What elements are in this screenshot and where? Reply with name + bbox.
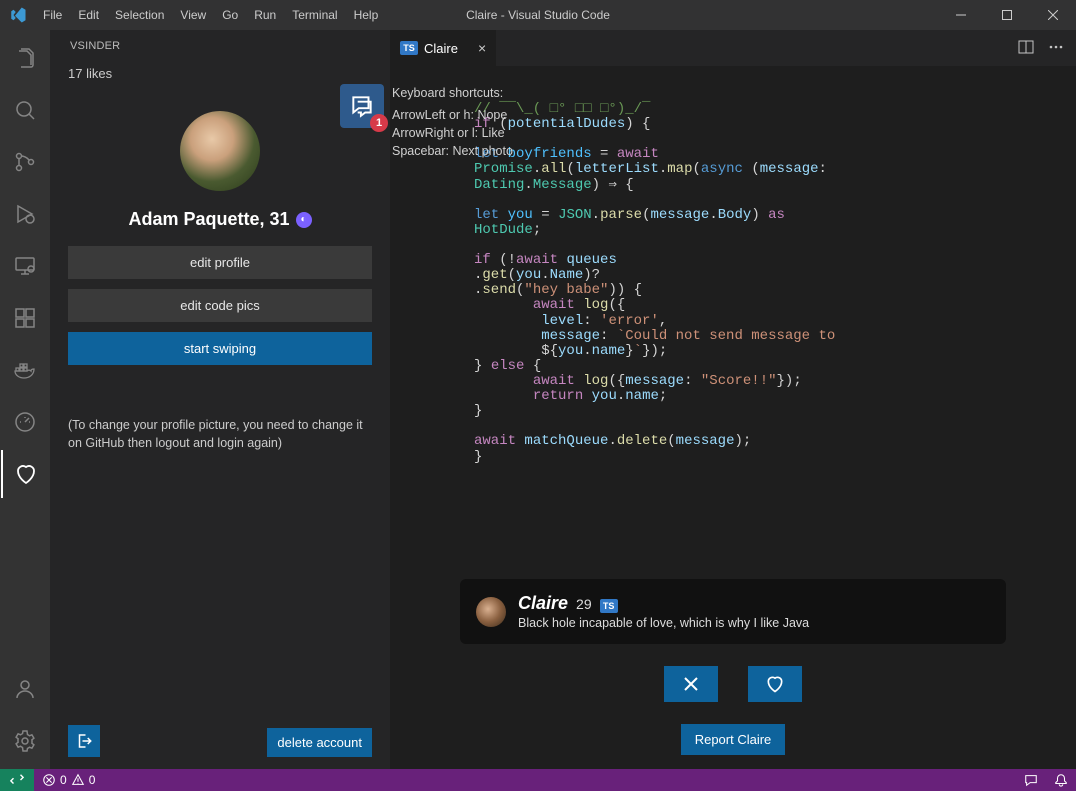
start-swiping-button[interactable]: start swiping <box>68 332 372 365</box>
tab-label: Claire <box>424 41 458 56</box>
match-bio: Black hole incapable of love, which is w… <box>518 616 809 630</box>
profile-name-text: Adam Paquette, 31 <box>128 209 289 230</box>
profile-avatar <box>180 111 260 191</box>
close-button[interactable] <box>1030 0 1076 30</box>
docker-icon[interactable] <box>1 346 49 394</box>
status-errors-count: 0 <box>60 773 67 787</box>
edit-code-pics-button[interactable]: edit code pics <box>68 289 372 322</box>
run-debug-icon[interactable] <box>1 190 49 238</box>
status-problems[interactable]: 0 0 <box>34 773 103 787</box>
match-card: Claire 29 TS Black hole incapable of lov… <box>460 579 1006 644</box>
settings-gear-icon[interactable] <box>1 717 49 765</box>
menu-edit[interactable]: Edit <box>70 0 107 30</box>
maximize-button[interactable] <box>984 0 1030 30</box>
nope-button[interactable] <box>664 666 718 702</box>
sidebar-title: VSINDER <box>50 36 390 56</box>
menu-run[interactable]: Run <box>246 0 284 30</box>
split-editor-icon[interactable] <box>1018 39 1034 58</box>
tab-bar: TS Claire × <box>390 30 1076 66</box>
window-controls <box>938 0 1076 30</box>
vsinder-icon[interactable] <box>1 450 49 498</box>
menu-file[interactable]: File <box>35 0 70 30</box>
typescript-icon: TS <box>600 599 618 613</box>
match-avatar <box>476 597 506 627</box>
extensions-icon[interactable] <box>1 294 49 342</box>
menu-terminal[interactable]: Terminal <box>284 0 345 30</box>
title-bar: File Edit Selection View Go Run Terminal… <box>0 0 1076 30</box>
source-control-icon[interactable] <box>1 138 49 186</box>
menu-go[interactable]: Go <box>214 0 246 30</box>
editor-area: TS Claire × // ¯¯\_( □° □□ □°)_/¯ if (po… <box>390 30 1076 769</box>
vscode-logo-icon <box>0 6 35 24</box>
accounts-icon[interactable] <box>1 665 49 713</box>
menu-help[interactable]: Help <box>346 0 387 30</box>
more-actions-icon[interactable] <box>1048 39 1064 58</box>
edit-profile-button[interactable]: edit profile <box>68 246 372 279</box>
match-name: Claire <box>518 593 568 614</box>
profile-badge-icon: ◐ <box>296 212 312 228</box>
code-snippet: // ¯¯\_( □° □□ □°)_/¯ if (potentialDudes… <box>460 84 1006 575</box>
tab-close-icon[interactable]: × <box>478 40 486 56</box>
delete-account-button[interactable]: delete account <box>267 728 372 757</box>
remote-explorer-icon[interactable] <box>1 242 49 290</box>
status-bar: 0 0 <box>0 769 1076 791</box>
remote-indicator[interactable] <box>0 769 34 791</box>
typescript-icon: TS <box>400 41 418 55</box>
status-warnings-count: 0 <box>89 773 96 787</box>
code-comment: // ¯¯\_( □° □□ □°)_/¯ <box>474 101 650 117</box>
tab-claire[interactable]: TS Claire × <box>390 30 497 66</box>
menu-view[interactable]: View <box>172 0 214 30</box>
match-age: 29 <box>576 596 592 612</box>
sidebar-panel: VSINDER 17 likes 1 Keyboard shortcuts: A… <box>50 30 390 769</box>
activity-bar <box>0 30 50 769</box>
status-feedback-icon[interactable] <box>1016 773 1046 787</box>
explorer-icon[interactable] <box>1 34 49 82</box>
menu-selection[interactable]: Selection <box>107 0 172 30</box>
search-icon[interactable] <box>1 86 49 134</box>
likes-count: 17 likes <box>68 66 372 81</box>
profile-help-text: (To change your profile picture, you nee… <box>68 417 372 452</box>
minimize-button[interactable] <box>938 0 984 30</box>
dashboard-icon[interactable] <box>1 398 49 446</box>
like-button[interactable] <box>748 666 802 702</box>
notification-badge: 1 <box>370 114 388 132</box>
status-bell-icon[interactable] <box>1046 773 1076 787</box>
profile-name: Adam Paquette, 31 ◐ <box>128 209 311 230</box>
logout-button[interactable] <box>68 725 100 757</box>
report-button[interactable]: Report Claire <box>681 724 786 755</box>
menu-bar: File Edit Selection View Go Run Terminal… <box>35 0 386 30</box>
